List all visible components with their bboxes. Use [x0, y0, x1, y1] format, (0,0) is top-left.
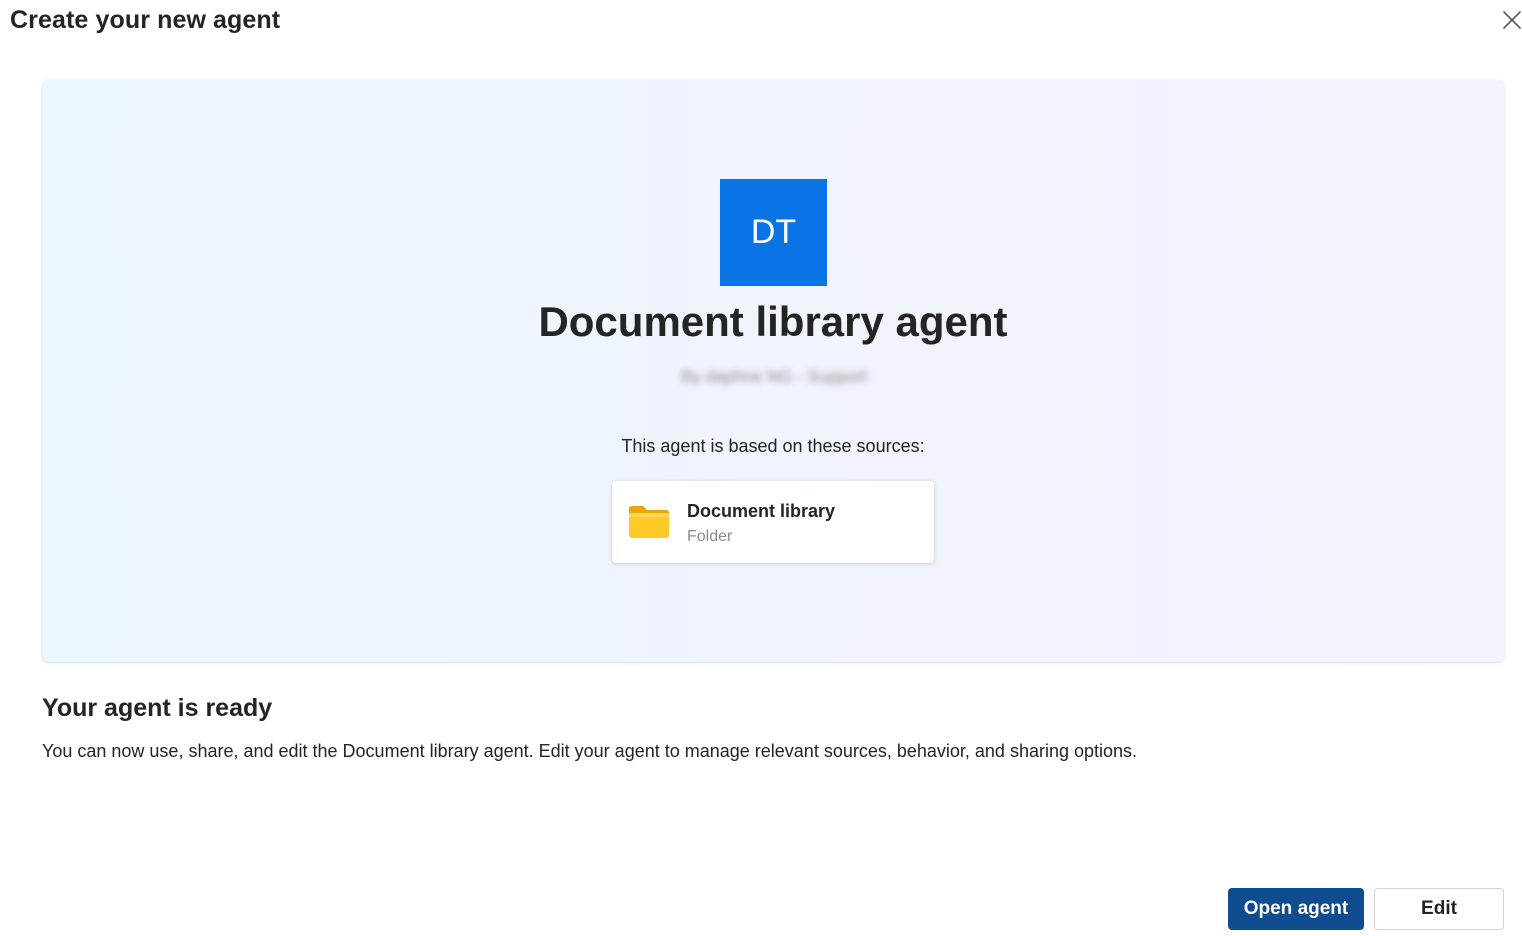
edit-button[interactable]: Edit	[1374, 888, 1504, 930]
agent-name: Document library agent	[538, 298, 1008, 345]
folder-icon	[628, 505, 670, 539]
agent-author: By daphne NG - Support	[680, 367, 868, 386]
close-icon	[1502, 10, 1522, 35]
dialog-title: Create your new agent	[10, 6, 281, 34]
ready-title: Your agent is ready	[42, 694, 273, 722]
agent-avatar: DT	[720, 179, 827, 286]
source-card-document-library[interactable]: Document library Folder	[612, 481, 934, 563]
source-name: Document library	[687, 501, 836, 521]
ready-description: You can now use, share, and edit the Doc…	[42, 741, 1138, 761]
source-type: Folder	[687, 528, 733, 545]
close-button[interactable]	[1498, 8, 1522, 36]
agent-preview-card: DT Document library agent By daphne NG -…	[42, 80, 1504, 662]
create-agent-dialog: Create your new agent DT Document librar…	[0, 0, 1522, 936]
sources-heading: This agent is based on these sources:	[621, 436, 925, 456]
open-agent-button[interactable]: Open agent	[1228, 888, 1364, 930]
agent-avatar-initials: DT	[750, 213, 797, 251]
